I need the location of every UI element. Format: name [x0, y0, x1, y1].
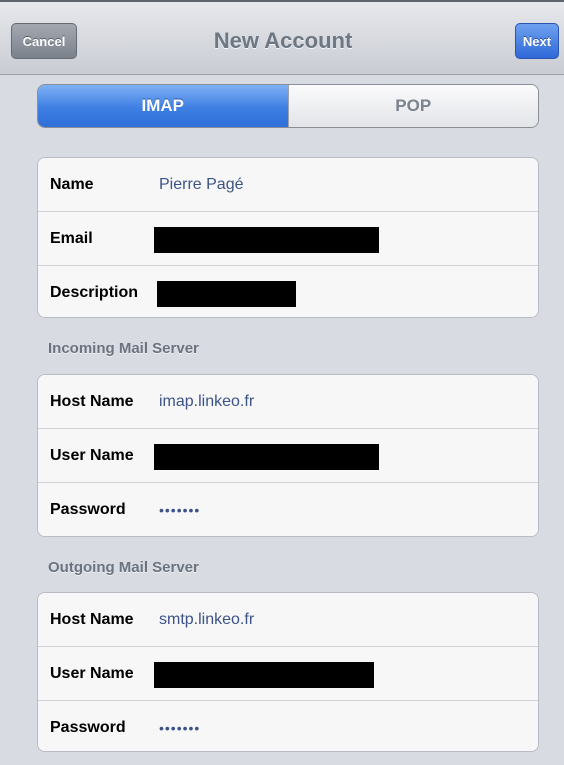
outgoing-user-label: User Name [50, 664, 134, 682]
outgoing-password-label: Password [50, 719, 126, 736]
email-row[interactable]: Email [38, 212, 538, 266]
email-field-redacted[interactable] [154, 227, 379, 253]
outgoing-host-label: Host Name [50, 610, 134, 628]
email-label: Email [50, 229, 93, 247]
segment-imap[interactable]: IMAP [38, 85, 288, 127]
page-title: New Account [213, 28, 353, 53]
outgoing-password-row[interactable]: Password ••••••• [38, 701, 538, 751]
outgoing-password-field[interactable]: ••••••• [159, 701, 200, 751]
incoming-host-row[interactable]: Host Name imap.linkeo.fr [38, 375, 538, 429]
outgoing-server-header: Outgoing Mail Server [48, 559, 199, 576]
navigation-bar: Cancel New Account Next [0, 0, 564, 75]
description-label: Description [50, 284, 139, 301]
description-field-redacted[interactable] [157, 281, 296, 307]
next-button[interactable]: Next [515, 23, 559, 59]
incoming-host-field[interactable]: imap.linkeo.fr [159, 375, 254, 428]
name-label: Name [50, 175, 94, 193]
incoming-user-label: User Name [50, 446, 134, 464]
incoming-user-field-redacted[interactable] [154, 444, 379, 470]
outgoing-host-field[interactable]: smtp.linkeo.fr [159, 593, 254, 646]
incoming-server-header: Incoming Mail Server [48, 340, 199, 357]
incoming-password-row[interactable]: Password ••••••• [38, 483, 538, 536]
account-type-segmented-control: IMAP POP [37, 84, 539, 128]
incoming-password-label: Password [50, 501, 126, 518]
outgoing-user-row[interactable]: User Name [38, 647, 538, 701]
incoming-server-group: Host Name imap.linkeo.fr User Name Passw… [37, 374, 539, 537]
description-row[interactable]: Description [38, 266, 538, 317]
outgoing-user-field-redacted[interactable] [154, 662, 374, 688]
name-row[interactable]: Name Pierre Pagé [38, 158, 538, 212]
account-info-group: Name Pierre Pagé Email Description [37, 157, 539, 318]
outgoing-server-group: Host Name smtp.linkeo.fr User Name Passw… [37, 592, 539, 752]
incoming-host-label: Host Name [50, 392, 134, 410]
screen-background: Cancel New Account Next IMAP POP Name Pi… [0, 0, 564, 765]
incoming-user-row[interactable]: User Name [38, 429, 538, 483]
incoming-password-field[interactable]: ••••••• [159, 483, 200, 536]
name-field[interactable]: Pierre Pagé [159, 158, 244, 211]
outgoing-host-row[interactable]: Host Name smtp.linkeo.fr [38, 593, 538, 647]
segment-pop[interactable]: POP [287, 85, 538, 127]
